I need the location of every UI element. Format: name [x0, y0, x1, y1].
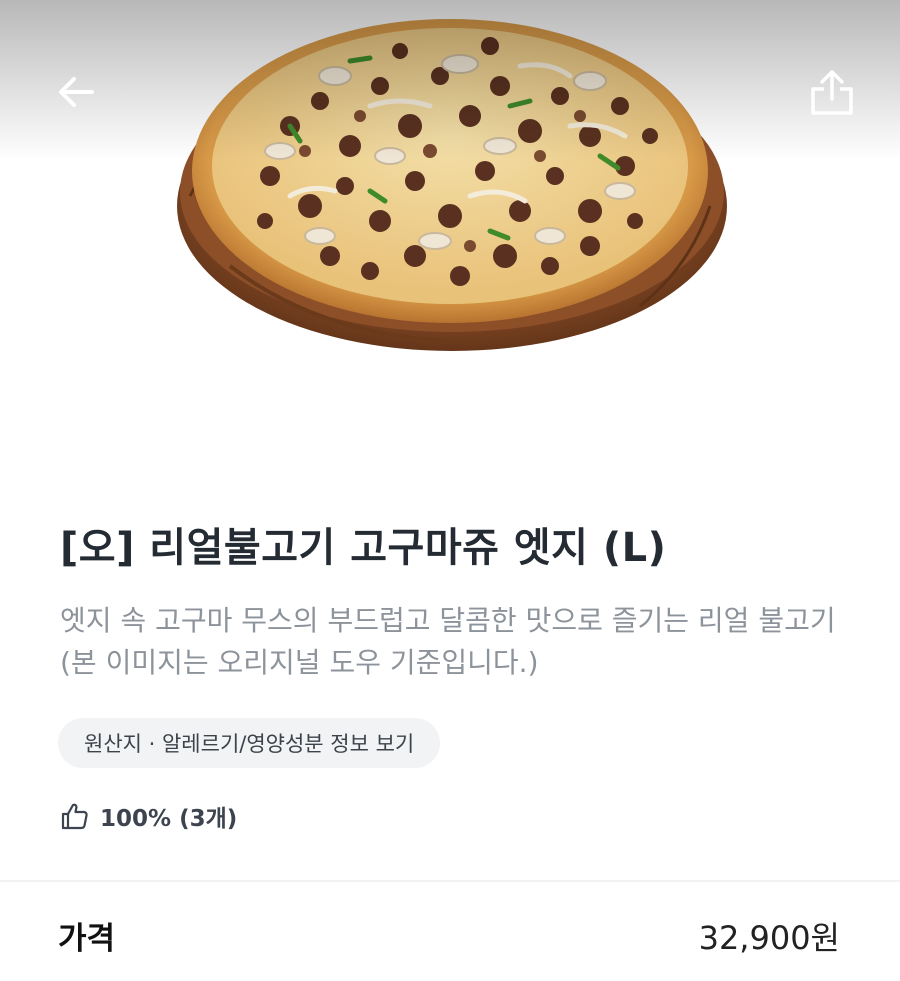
info-chip-label: 원산지 · 알레르기/영양성분 정보 보기	[84, 732, 415, 756]
product-image-area	[0, 0, 900, 460]
rating: 100% (3개)	[60, 796, 237, 836]
share-icon	[811, 70, 853, 115]
arrow-left-icon	[59, 77, 94, 107]
rating-text: 100% (3개)	[100, 806, 238, 832]
share-button[interactable]	[802, 62, 862, 122]
thumbs-up-icon	[61, 803, 88, 830]
price-label: 가격	[58, 921, 116, 957]
header-gradient	[0, 0, 900, 160]
price-value: 32,900원	[698, 919, 840, 957]
product-description: 엣지 속 고구마 무스의 부드럽고 달콤한 맛으로 즐기는 리얼 불고기(본 이…	[60, 604, 836, 679]
divider	[0, 880, 900, 882]
product-title: [오] 리얼불고기 고구마쥬 엣지 (L)	[60, 525, 667, 571]
back-button[interactable]	[46, 62, 106, 122]
origin-allergy-info-button[interactable]: 원산지 · 알레르기/영양성분 정보 보기	[58, 718, 441, 768]
